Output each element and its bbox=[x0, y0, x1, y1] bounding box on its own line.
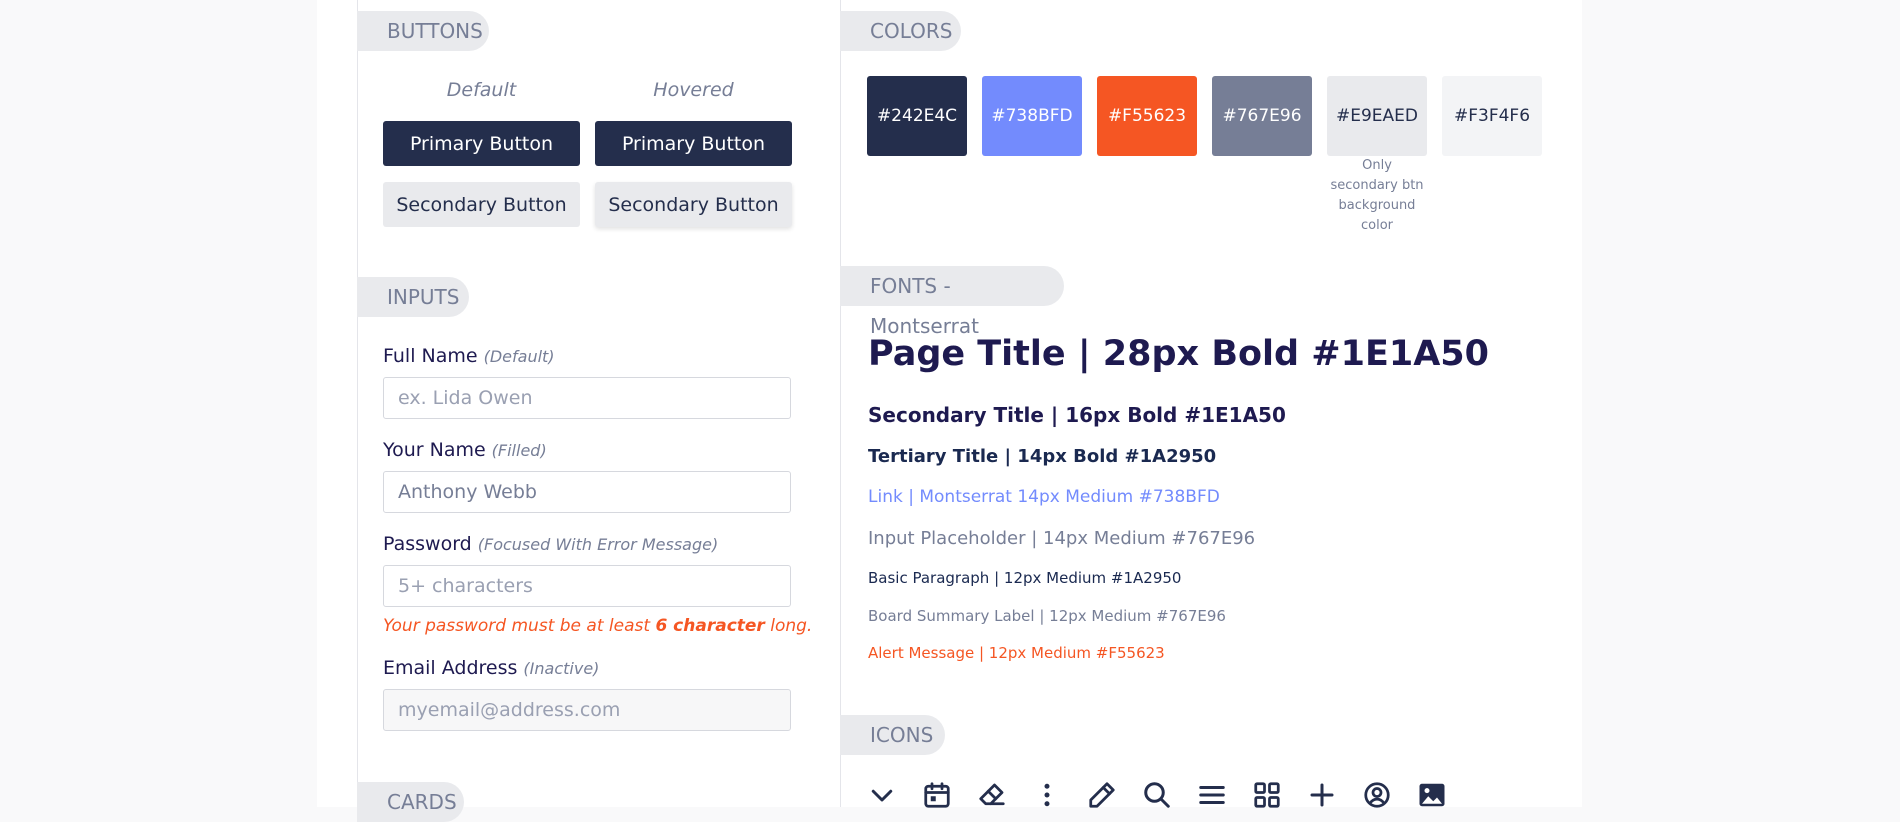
default-column-label: Default bbox=[446, 79, 517, 101]
kebab-menu-icon[interactable] bbox=[1032, 780, 1062, 810]
your-name-hint: (Filled) bbox=[491, 441, 547, 460]
password-error-message: Your password must be at least 6 charact… bbox=[383, 616, 812, 636]
full-name-hint: (Default) bbox=[483, 347, 555, 366]
secondary-button-default[interactable]: Secondary Button bbox=[383, 182, 580, 227]
plus-icon[interactable] bbox=[1307, 780, 1337, 810]
eraser-icon[interactable] bbox=[977, 780, 1007, 810]
full-name-input[interactable] bbox=[383, 377, 791, 419]
inputs-section-title: INPUTS bbox=[357, 277, 469, 317]
swatch-note: Only secondary btn background color bbox=[1330, 158, 1424, 233]
error-text-start: Your password must be at least bbox=[383, 616, 656, 636]
full-name-label-text: Full Name bbox=[383, 345, 478, 367]
cards-section-title: CARDS bbox=[357, 782, 464, 822]
password-hint: (Focused With Error Message) bbox=[477, 535, 719, 554]
password-label: Password (Focused With Error Message) bbox=[383, 533, 718, 555]
your-name-input[interactable] bbox=[383, 471, 791, 513]
colors-section-title: COLORS bbox=[840, 11, 961, 51]
search-icon[interactable] bbox=[1142, 780, 1172, 810]
buttons-section-title: BUTTONS bbox=[357, 11, 489, 51]
email-label-text: Email Address bbox=[383, 657, 518, 679]
color-swatch: #F55623 bbox=[1097, 76, 1197, 156]
color-swatch: #242E4C bbox=[867, 76, 967, 156]
full-name-label: Full Name (Default) bbox=[383, 345, 555, 367]
alert-message-sample: Alert Message | 12px Medium #F55623 bbox=[868, 644, 1165, 662]
secondary-button-hovered[interactable]: Secondary Button bbox=[595, 182, 792, 227]
email-label: Email Address (Inactive) bbox=[383, 657, 599, 679]
color-swatch: #738BFD bbox=[982, 76, 1082, 156]
primary-button-hovered[interactable]: Primary Button bbox=[595, 121, 792, 166]
calendar-icon[interactable] bbox=[922, 780, 952, 810]
pencil-icon[interactable] bbox=[1087, 780, 1117, 810]
primary-button-default[interactable]: Primary Button bbox=[383, 121, 580, 166]
color-swatch: #F3F4F6 bbox=[1442, 76, 1542, 156]
error-text-end: long. bbox=[764, 616, 813, 636]
color-swatch: #E9EAED bbox=[1327, 76, 1427, 156]
left-column-divider bbox=[357, 0, 358, 807]
input-placeholder-sample: Input Placeholder | 14px Medium #767E96 bbox=[868, 528, 1256, 549]
page-title-sample: Page Title | 28px Bold #1E1A50 bbox=[868, 334, 1490, 374]
icons-section-title: ICONS bbox=[840, 715, 945, 755]
color-swatch: #767E96 bbox=[1212, 76, 1312, 156]
center-column-divider bbox=[840, 0, 841, 807]
fonts-section-title: FONTS - Montserrat bbox=[840, 266, 1064, 338]
image-icon[interactable] bbox=[1417, 780, 1447, 810]
your-name-label-text: Your Name bbox=[383, 439, 486, 461]
hovered-column-label: Hovered bbox=[653, 79, 734, 101]
link-sample[interactable]: Link | Montserrat 14px Medium #738BFD bbox=[868, 487, 1220, 507]
board-summary-sample: Board Summary Label | 12px Medium #767E9… bbox=[868, 607, 1226, 625]
tertiary-title-sample: Tertiary Title | 14px Bold #1A2950 bbox=[868, 446, 1217, 467]
user-circle-icon[interactable] bbox=[1362, 780, 1392, 810]
hamburger-menu-icon[interactable] bbox=[1197, 780, 1227, 810]
password-input[interactable] bbox=[383, 565, 791, 607]
chevron-down-icon[interactable] bbox=[867, 780, 897, 810]
your-name-label: Your Name (Filled) bbox=[383, 439, 547, 461]
error-text-bold: 6 character bbox=[655, 616, 765, 636]
password-label-text: Password bbox=[383, 533, 472, 555]
basic-paragraph-sample: Basic Paragraph | 12px Medium #1A2950 bbox=[868, 569, 1182, 587]
email-hint: (Inactive) bbox=[523, 659, 600, 678]
grid-icon[interactable] bbox=[1252, 780, 1282, 810]
secondary-title-sample: Secondary Title | 16px Bold #1E1A50 bbox=[868, 403, 1286, 427]
email-input[interactable] bbox=[383, 689, 791, 731]
